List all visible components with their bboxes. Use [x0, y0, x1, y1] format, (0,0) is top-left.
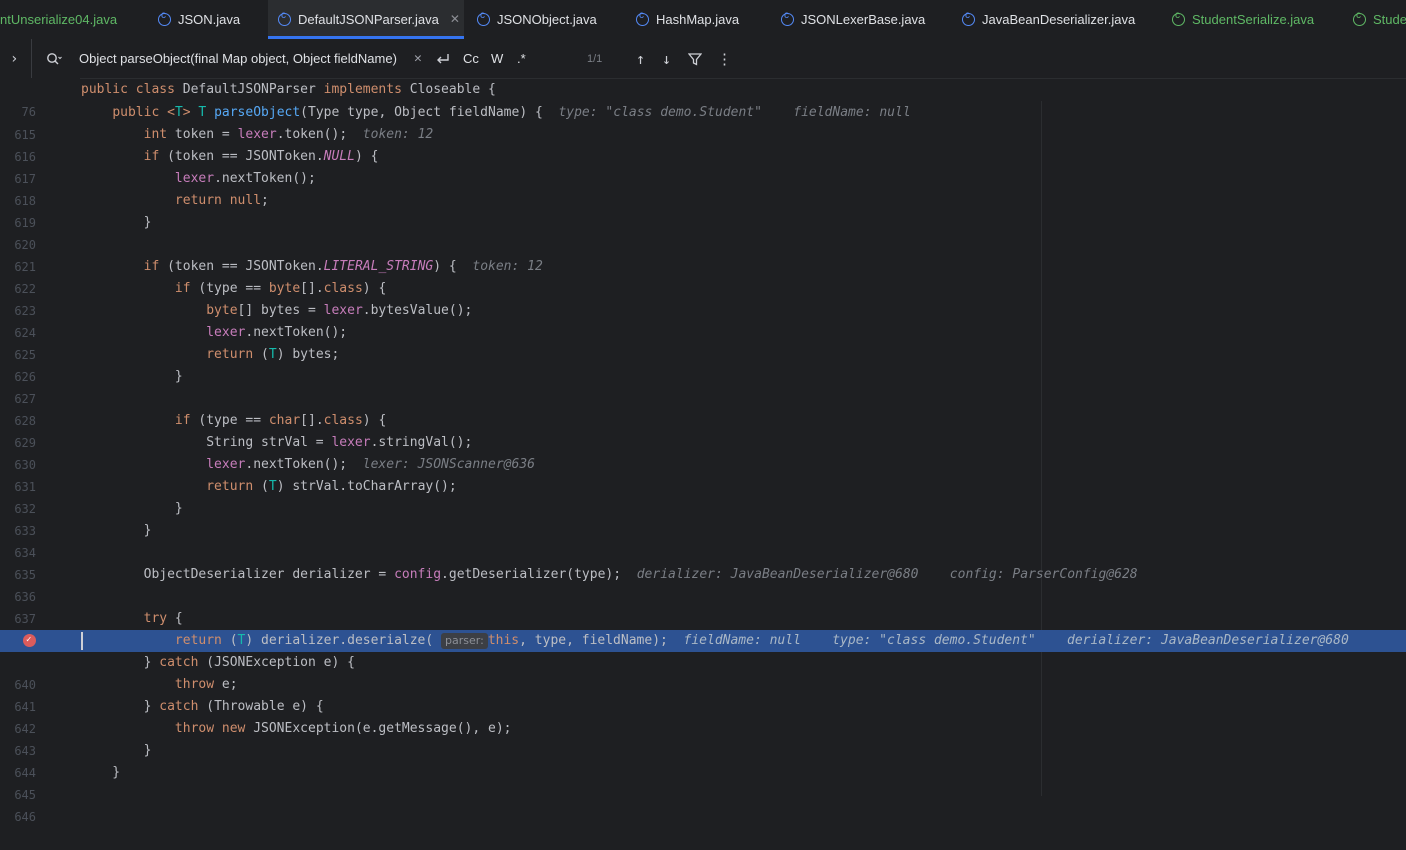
tab-student-serialize[interactable]: StudentSerialize.java [1162, 0, 1342, 38]
tab-label: StudentSerialize.java [1192, 11, 1315, 27]
code-line[interactable]: 645 } [0, 762, 1406, 802]
tab-label: DefaultJSONParser.java [298, 11, 439, 27]
code-line[interactable]: 617 if (token == JSONToken.NULL) { [0, 146, 1406, 186]
code-line[interactable]: 643 throw new JSONException(e.getMessage… [0, 718, 1406, 758]
tab-label: JSONObject.java [497, 11, 597, 27]
tab-nt-unserialize04[interactable]: ntUnserialize04.java [0, 0, 145, 38]
class-icon [278, 10, 291, 26]
sticky-header-line[interactable]: 76 public class DefaultJSONParser implem… [0, 79, 1406, 119]
inline-debug-value: derializer: JavaBeanDeserializer@680 [636, 567, 919, 582]
code-line[interactable]: 636 ObjectDeserializer derializer = conf… [0, 564, 1406, 604]
tab-label: HashMap.java [656, 11, 740, 27]
inline-debug-value: type: "class demo.Student" fieldName: nu… [558, 105, 911, 120]
code-line[interactable]: 638 try { [0, 608, 1406, 648]
code-text: Closeable { [409, 82, 496, 97]
code-line[interactable]: 627 } [0, 366, 1406, 406]
code-line[interactable]: 625 lexer.nextToken(); [0, 322, 1406, 362]
code-line[interactable]: 618 lexer.nextToken(); [0, 168, 1406, 208]
code-line[interactable]: 626 return (T) bytes; [0, 344, 1406, 384]
tab-json-lexer-base[interactable]: JSONLexerBase.java [771, 0, 946, 38]
filter-icon[interactable] [688, 39, 702, 78]
code-line[interactable]: 622 if (token == JSONToken.LITERAL_STRIN… [0, 256, 1406, 296]
tab-label: JavaBeanDeserializer.java [982, 11, 1136, 27]
tab-label: ntUnserialize04.java [0, 11, 118, 27]
inline-debug-value: token: 12 [472, 259, 543, 274]
code-line[interactable]: 634 } [0, 520, 1406, 560]
search-input[interactable]: Object parseObject(final Map object, Obj… [79, 39, 397, 78]
code-line[interactable]: 644 } [0, 740, 1406, 780]
clear-icon[interactable]: ✕ [414, 39, 422, 78]
code-line[interactable]: 640 } catch (JSONException e) { [0, 652, 1406, 692]
keyword: public class [81, 82, 175, 97]
code-line[interactable]: 624 byte[] bytes = lexer.bytesValue(); [0, 300, 1406, 340]
tab-label: Stude [1373, 11, 1406, 27]
close-icon[interactable]: ✕ [450, 12, 460, 26]
code-line[interactable]: 623 if (type == byte[].class) { [0, 278, 1406, 318]
code-line[interactable]: 615 public <T> T parseObject(Type type, … [0, 102, 1406, 142]
new-line-icon[interactable] [434, 39, 450, 78]
class-icon [1172, 10, 1185, 26]
class-icon [962, 10, 975, 26]
class-icon [781, 10, 794, 26]
parameter-hint: parser: [441, 633, 488, 649]
code-line[interactable]: 637 [0, 586, 1406, 626]
tab-label: JSONLexerBase.java [801, 11, 926, 27]
code-line[interactable]: 631 lexer.nextToken(); lexer: JSONScanne… [0, 454, 1406, 494]
tab-stude[interactable]: Stude [1343, 0, 1406, 38]
match-case-button[interactable]: Cc [463, 39, 479, 78]
inline-debug-value: fieldName: null type: "class demo.Studen… [683, 633, 1349, 648]
code-line[interactable]: 633 } [0, 498, 1406, 538]
code-line[interactable]: 620 } [0, 212, 1406, 252]
inline-debug-value: lexer: JSONScanner@636 [362, 457, 535, 472]
tab-hashmap[interactable]: HashMap.java [626, 0, 766, 38]
tab-json[interactable]: JSON.java [148, 0, 266, 38]
class-icon [158, 10, 171, 26]
arrow-down-icon[interactable]: ↓ [662, 39, 671, 78]
code-line[interactable]: 628 [0, 388, 1406, 428]
tab-label: JSON.java [178, 11, 241, 27]
editor-tab-bar: ntUnserialize04.java JSON.java DefaultJS… [0, 0, 1406, 40]
regex-button[interactable]: .* [517, 39, 526, 78]
tab-json-object[interactable]: JSONObject.java [467, 0, 617, 38]
inline-debug-value: token: 12 [362, 127, 434, 142]
code-line[interactable]: 629 if (type == char[].class) { [0, 410, 1406, 450]
tab-default-json-parser[interactable]: DefaultJSONParser.java ✕ [268, 0, 464, 39]
keyword: implements [323, 82, 402, 97]
class-icon [636, 10, 649, 26]
arrow-up-icon[interactable]: ↑ [636, 39, 645, 78]
code-line[interactable]: 635 [0, 542, 1406, 582]
code-line[interactable]: 621 [0, 234, 1406, 274]
code-line[interactable]: 646 [0, 784, 1406, 824]
code-line[interactable]: 630 String strVal = lexer.stringVal(); [0, 432, 1406, 472]
find-bar: › Object parseObject(final Map object, O… [0, 39, 1406, 79]
divider [31, 39, 32, 78]
code-line[interactable]: 641 throw e; [0, 674, 1406, 714]
code-line[interactable]: 616 int token = lexer.token(); token: 12 [0, 124, 1406, 164]
code-line[interactable]: 619 return null; [0, 190, 1406, 230]
code-line[interactable]: 642 } catch (Throwable e) { [0, 696, 1406, 736]
whole-words-button[interactable]: W [491, 39, 503, 78]
line-number: 646 [14, 810, 36, 824]
class-icon [477, 10, 490, 26]
tab-java-bean-deserializer[interactable]: JavaBeanDeserializer.java [952, 0, 1152, 38]
breakpoint-icon[interactable] [23, 629, 36, 651]
code-line[interactable]: 632 return (T) strVal.toCharArray(); [0, 476, 1406, 516]
match-count: 1/1 [587, 52, 603, 65]
current-execution-line[interactable]: return (T) derializer.deserialze( parser… [0, 629, 1406, 652]
expand-replace-icon[interactable]: › [10, 39, 18, 78]
search-history-icon[interactable] [46, 39, 62, 78]
more-options-icon[interactable]: ⋮ [717, 39, 732, 78]
class-icon [1353, 10, 1366, 26]
class-name: DefaultJSONParser [182, 82, 316, 97]
inline-debug-value: config: ParserConfig@628 [949, 567, 1138, 582]
